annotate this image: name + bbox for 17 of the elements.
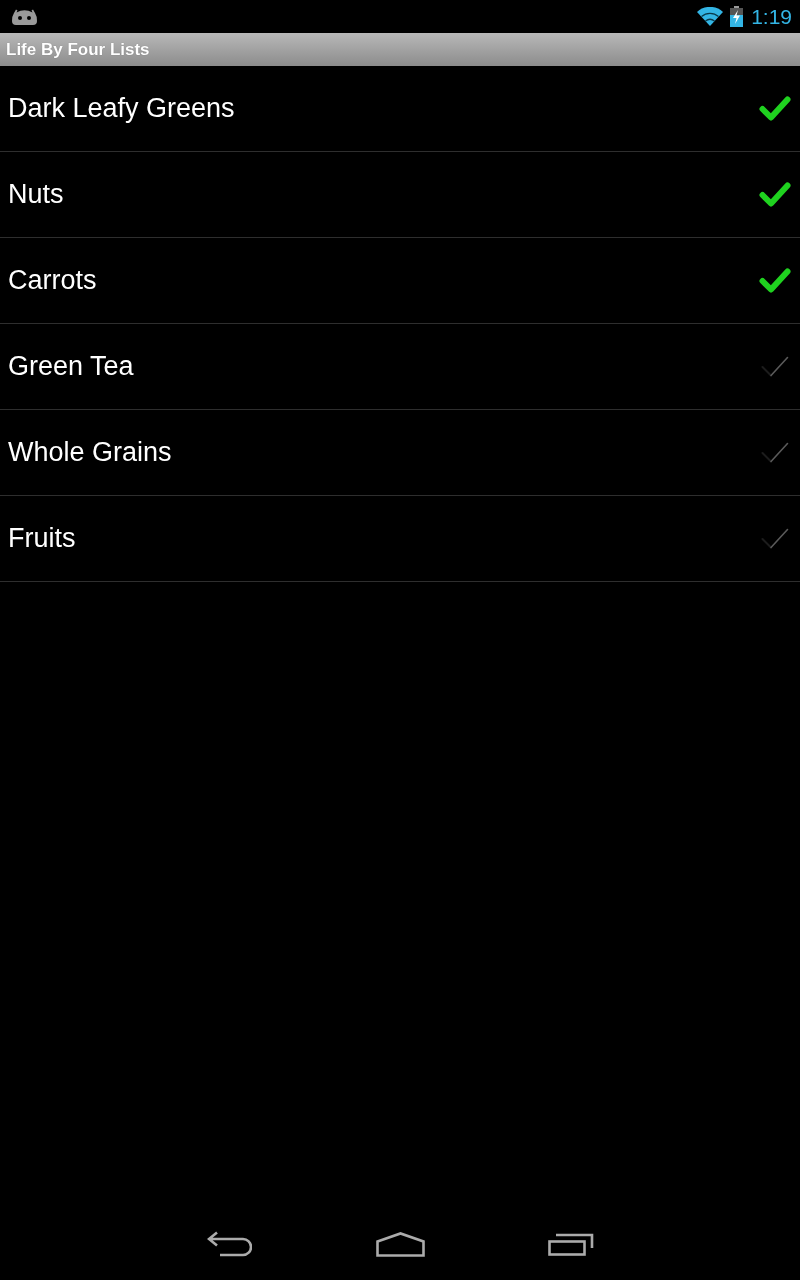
robot-head-icon — [12, 8, 37, 25]
app-title: Life By Four Lists — [6, 40, 150, 59]
battery-charging-icon — [730, 6, 744, 27]
back-button[interactable] — [206, 1231, 252, 1257]
home-button[interactable] — [375, 1231, 425, 1257]
list-item[interactable]: Green Tea — [8, 351, 134, 382]
list-item[interactable]: Whole Grains — [8, 437, 172, 468]
recent-apps-button[interactable] — [548, 1232, 594, 1256]
checkbox[interactable] — [759, 181, 791, 208]
wifi-icon — [697, 7, 724, 26]
list-item[interactable]: Nuts — [8, 179, 64, 210]
checkbox[interactable] — [759, 267, 791, 294]
list-item[interactable]: Dark Leafy Greens — [8, 93, 235, 124]
clock-time: 1:19 — [751, 4, 792, 30]
checkbox[interactable] — [759, 95, 791, 122]
list-item[interactable]: Fruits — [8, 523, 76, 554]
list-item[interactable]: Carrots — [8, 265, 97, 296]
